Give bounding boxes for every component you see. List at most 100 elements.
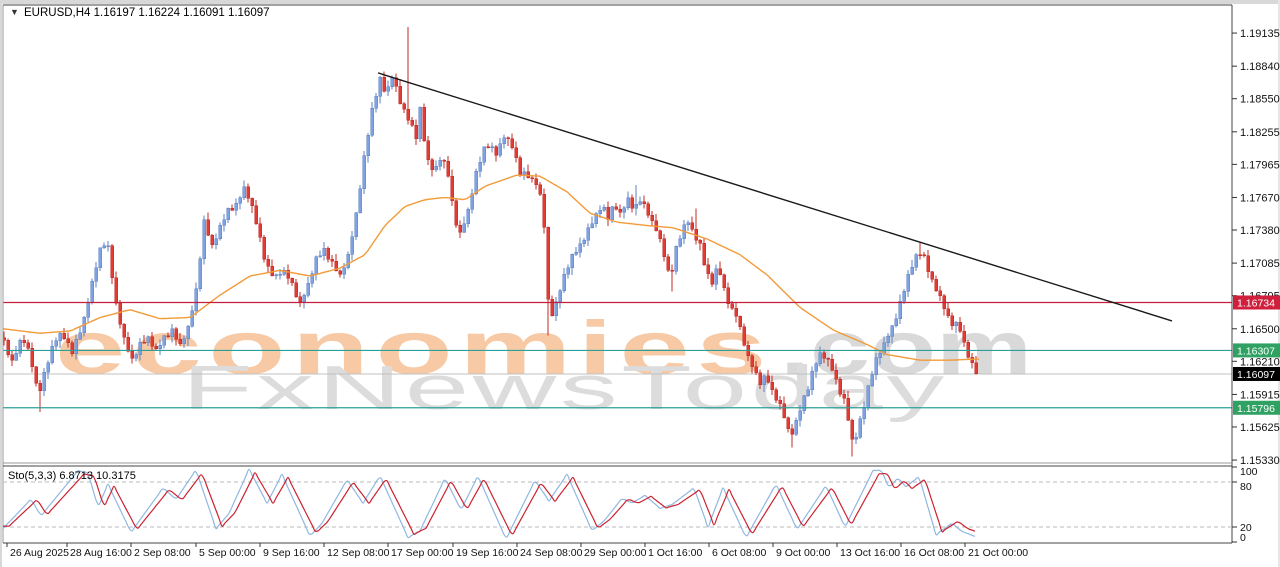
candle-body: [603, 207, 606, 210]
candle-body: [839, 379, 842, 394]
candle-body: [399, 86, 402, 103]
candle-body: [551, 299, 554, 315]
candle-body: [971, 357, 974, 363]
candle-body: [411, 120, 414, 125]
candle-body: [347, 254, 350, 268]
candle-body: [887, 336, 890, 342]
candle-body: [219, 225, 222, 239]
price-axis-label: 1.16500: [1240, 324, 1280, 336]
candle-body: [543, 194, 546, 227]
price-badge-label: 1.16307: [1237, 345, 1275, 357]
price-axis-label: 1.17965: [1240, 159, 1280, 171]
candle-body: [67, 339, 70, 343]
candle-body: [403, 104, 406, 110]
candle-body: [207, 220, 210, 236]
candle-body: [195, 289, 198, 311]
candle-body: [383, 77, 386, 91]
candle-body: [931, 272, 934, 279]
candle-body: [523, 172, 526, 175]
window-top-edge: [0, 0, 1280, 4]
candle-body: [451, 176, 454, 201]
candle-body: [259, 224, 262, 237]
candle-body: [215, 239, 218, 245]
date-label: 9 Oct 00:00: [776, 547, 830, 559]
candle-body: [127, 337, 130, 351]
candle-body: [447, 161, 450, 176]
candle-body: [211, 235, 214, 245]
candle-body: [11, 355, 14, 360]
candle-body: [619, 209, 622, 212]
candle-body: [535, 179, 538, 185]
candle-body: [43, 372, 46, 390]
candle-body: [515, 148, 518, 158]
candle-body: [587, 228, 590, 241]
candle-body: [479, 162, 482, 171]
candle-body: [243, 187, 246, 198]
candle-body: [359, 189, 362, 213]
candle-body: [591, 224, 594, 228]
candle-body: [175, 329, 178, 340]
candle-body: [831, 359, 834, 370]
chart-header: ▼ EURUSD,H4 1.16197 1.16224 1.16091 1.16…: [10, 7, 270, 19]
candle-body: [119, 303, 122, 324]
candle-body: [203, 220, 206, 259]
candle-body: [647, 204, 650, 216]
candle-body: [251, 198, 254, 205]
candle-body: [955, 322, 958, 326]
candle-body: [15, 353, 18, 360]
candle-body: [155, 346, 158, 348]
candle-body: [431, 160, 434, 170]
candle-body: [531, 178, 534, 179]
window-left-edge: [0, 0, 2, 567]
candle-body: [415, 125, 418, 139]
candle-body: [687, 223, 690, 225]
candle-body: [719, 269, 722, 275]
date-label: 12 Sep 08:00: [327, 547, 390, 559]
candle-body: [903, 291, 906, 301]
candle-body: [59, 333, 62, 340]
candle-body: [855, 437, 858, 439]
candle-body: [911, 267, 914, 274]
candle-body: [71, 343, 74, 354]
candle-body: [771, 382, 774, 390]
candle-body: [135, 355, 138, 359]
candle-body: [787, 418, 790, 429]
collapse-indicator-icon[interactable]: ▼: [10, 7, 19, 17]
candle-body: [975, 363, 978, 374]
price-badge-label: 1.15796: [1237, 403, 1275, 415]
stoch-axis-label: 100: [1240, 466, 1258, 478]
candle-body: [667, 257, 670, 270]
candle-body: [315, 257, 318, 274]
candle-body: [39, 383, 42, 390]
candle-body: [143, 342, 146, 343]
candle-body: [231, 208, 234, 210]
candle-body: [723, 275, 726, 288]
stochastic-indicator-label: Sto(5,3,3) 6.8713 10.3175: [8, 470, 136, 482]
candle-body: [615, 207, 618, 210]
candle-body: [567, 268, 570, 274]
candle-body: [507, 138, 510, 139]
candle-body: [255, 206, 258, 224]
price-chart[interactable]: economies .com FxNewsToday 1.191351.1884…: [0, 0, 1280, 567]
candle-body: [35, 367, 38, 384]
candle-body: [199, 259, 202, 289]
candle-body: [327, 248, 330, 259]
candle-body: [891, 326, 894, 337]
candle-body: [675, 246, 678, 271]
candle-body: [671, 270, 674, 271]
candle-body: [559, 291, 562, 302]
candle-body: [23, 340, 26, 342]
candle-body: [727, 288, 730, 304]
candle-body: [463, 224, 466, 233]
candle-body: [571, 254, 574, 268]
stoch-axis-label: 80: [1240, 481, 1252, 493]
candle-body: [779, 400, 782, 403]
price-axis-label: 1.17380: [1240, 225, 1280, 237]
candle-body: [123, 324, 126, 337]
date-label: 5 Sep 00:00: [199, 547, 256, 559]
candle-body: [151, 337, 154, 347]
candle-body: [871, 375, 874, 386]
candle-body: [927, 256, 930, 272]
candle-body: [187, 326, 190, 338]
candle-body: [363, 156, 366, 189]
